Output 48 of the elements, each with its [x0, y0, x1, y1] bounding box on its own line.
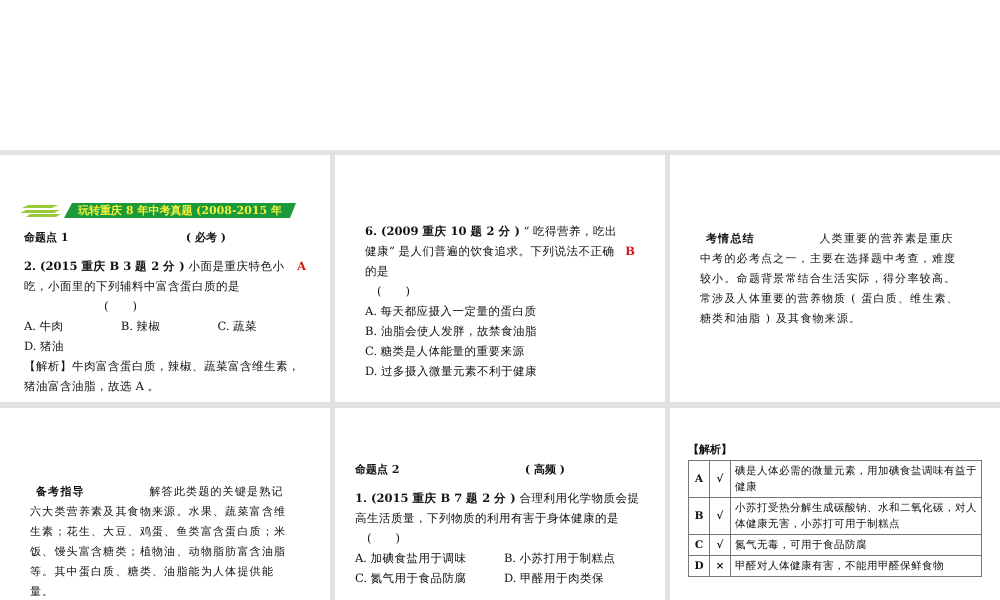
slide-thumbnail[interactable]: 6. (2009 重庆 10 题 2 分 ) “ 吃得营养，吃出健康” 是人们普遍的饮食追求。下列说法不正确的是 B ( ) A. 每天都应摄入一定量的蛋白质 B. 油脂会使人发胖，故禁食油脂 C. 糖类是人体能量的重要来源 D. 过多摄入微量元素不利于健康	[335, 155, 665, 402]
paragraph-text: 考情总结 人类重要的营养素是重庆中考的必考点之一，主要在选择题中考查，难度较小。命题背景常结合生活实际，得分率较高。常涉及人体重要的营养物质 ( 蛋白质、维生素、糖类和油脂 ) 及其食物来源。	[700, 231, 960, 327]
table-cell: D	[688, 556, 710, 576]
question-text: 2. (2015 重庆 B 3 题 2 分 ) 小面是重庆特色小吃，小面里的下列辅料中富含蛋白质的是	[24, 258, 286, 295]
slide-thumbnail[interactable]: 玩转重庆 8 年中考真题 (2008-2015 年 命题点 1 ( 必考 ) 2. (2015 重庆 B 3 题 2 分 ) 小面是重庆特色小吃，小面里的下列辅料中富含蛋白质的是 A ( ) A. 牛肉 B. 辣椒 C. 蔬菜 D. 猪油 【解析】牛肉富含蛋白质，辣椒、蔬菜富含维生素，猪油富含油脂，故选 A 。	[0, 155, 330, 402]
option-text: B. 小苏打用于制糕点	[504, 550, 617, 567]
option-text: D. 猪油	[24, 338, 66, 355]
option-text: A. 每天都应摄入一定量的蛋白质	[365, 303, 538, 320]
question-text: 1. (2015 重庆 B 7 题 2 分 ) 合理利用化学物质会提高生活质量，下列物质的利用有害于身体健康的是	[355, 490, 640, 527]
option-text: B. 油脂会使人发胖，故禁食油脂	[365, 323, 538, 340]
paragraph-text: 备考指导 解答此类题的关键是熟记六大类营养素及其食物来源。水果、蔬菜富含维生素；花生、大豆、鸡蛋、鱼类富含蛋白质；米饭、馒头富含糖类；植物油、动物脂肪富含油脂等。其中蛋白质、糖类、油脂能为人体提供能量。	[30, 484, 288, 600]
answer-letter: B	[625, 243, 635, 260]
analysis-text: 【解析】牛肉富含蛋白质，辣椒、蔬菜富含维生素，猪油富含油脂，故选 A 。	[24, 358, 301, 395]
option-text: A. 加碘食盐用于调味	[355, 550, 468, 567]
slide-thumbnail[interactable]: 考情总结 人类重要的营养素是重庆中考的必考点之一，主要在选择题中考查，难度较小。命题背景常结合生活实际，得分率较高。常涉及人体重要的营养物质 ( 蛋白质、维生素、糖类和油脂 ) 及其食物来源。	[670, 155, 1000, 402]
answer-letter: A	[297, 258, 306, 275]
section-tag: ( 必考 )	[186, 228, 226, 248]
table-cell: C	[688, 534, 710, 556]
answer-blank: ( )	[366, 530, 401, 547]
section-label: 【解析】	[688, 442, 733, 458]
option-text: A. 牛肉	[24, 318, 65, 335]
table-cell: 小苏打受热分解生成碳酸钠、水和二氧化碳，对人体健康无害，小苏打可用于制糕点	[730, 498, 982, 534]
table-cell: ×	[710, 556, 730, 576]
section-title: 命题点 2	[355, 462, 400, 478]
option-text: D. 甲醛用于肉类保	[504, 570, 606, 587]
slide-thumbnail[interactable]: 备考指导 解答此类题的关键是熟记六大类营养素及其食物来源。水果、蔬菜富含维生素；花生、大豆、鸡蛋、鱼类富含蛋白质；米饭、馒头富含糖类；植物油、动物脂肪富含油脂等。其中蛋白质、糖类、油脂能为人体提供能量。	[0, 408, 330, 600]
answer-blank: ( )	[376, 283, 411, 300]
slide-thumbnail[interactable]: 【解析】 A √ 碘是人体必需的微量元素，用加碘食盐调味有益于健康 B √ 小苏打受热分解生成碳酸钠、水和二氧化碳，对人体健康无害，小苏打可用于制糕点 C √ 氮气无毒，可用于食品防腐 D × 甲醛对人体健康有害，不能用甲醛保鲜食物	[670, 408, 1000, 600]
section-tag: ( 高频 )	[524, 460, 565, 480]
section-title: 命题点 1	[24, 230, 68, 246]
table-cell: B	[688, 498, 710, 534]
table-cell: √	[710, 534, 730, 556]
table-cell: A	[688, 460, 710, 498]
table-cell: 甲醛对人体健康有害，不能用甲醛保鲜食物	[730, 556, 982, 576]
option-text: B. 辣椒	[120, 318, 162, 335]
option-text: C. 蔬菜	[217, 318, 258, 335]
answer-blank: ( )	[103, 298, 138, 315]
option-text: D. 过多摄入微量元素不利于健康	[365, 363, 538, 380]
slide-thumbnail[interactable]: 命题点 2 ( 高频 ) 1. (2015 重庆 B 7 题 2 分 ) 合理利用化学物质会提高生活质量，下列物质的利用有害于身体健康的是 ( ) A. 加碘食盐用于调味 B. 小苏打用于制糕点 C. 氮气用于食品防腐 D. 甲醛用于肉类保	[335, 408, 665, 600]
slide-preview[interactable]	[0, 0, 1000, 150]
table-cell: √	[710, 498, 730, 534]
question-text: 6. (2009 重庆 10 题 2 分 ) “ 吃得营养，吃出健康” 是人们普遍的饮食追求。下列说法不正确的是	[365, 223, 618, 280]
banner-title: 玩转重庆 8 年中考真题 (2008-2015 年	[64, 203, 296, 218]
table-cell: √	[710, 460, 730, 498]
table-cell: 碘是人体必需的微量元素，用加碘食盐调味有益于健康	[730, 460, 982, 498]
option-text: C. 氮气用于食品防腐	[355, 570, 468, 587]
table-cell: 氮气无毒，可用于食品防腐	[730, 534, 982, 556]
option-text: C. 糖类是人体能量的重要来源	[365, 343, 526, 360]
